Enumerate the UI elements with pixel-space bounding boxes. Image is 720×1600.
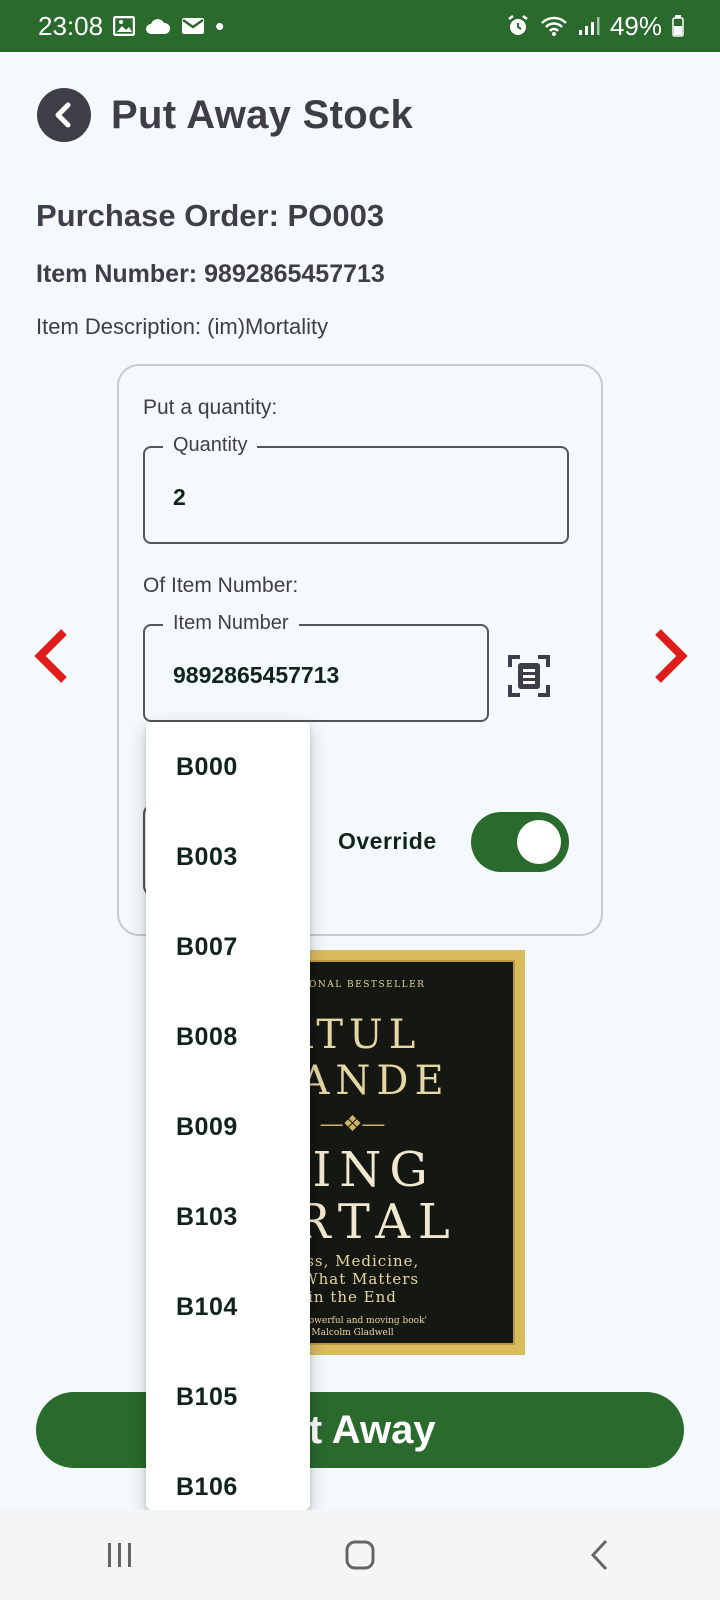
battery-icon bbox=[672, 15, 684, 37]
signal-icon bbox=[578, 16, 600, 36]
page-title: Put Away Stock bbox=[111, 92, 414, 137]
home-icon bbox=[345, 1540, 375, 1570]
image-icon bbox=[113, 16, 136, 36]
status-bar-left: 23:08 • bbox=[38, 11, 224, 42]
system-nav-bar bbox=[0, 1510, 720, 1600]
next-item-button[interactable] bbox=[652, 628, 688, 684]
dropdown-option[interactable]: B106 bbox=[146, 1442, 310, 1510]
item-number-field-value: 9892865457713 bbox=[173, 662, 340, 688]
quantity-field-value: 2 bbox=[173, 484, 186, 510]
override-toggle-knob bbox=[517, 820, 561, 864]
purchase-order-label: Purchase Order: PO003 bbox=[36, 198, 385, 233]
cloud-icon bbox=[145, 17, 171, 35]
dropdown-option[interactable]: B104 bbox=[146, 1262, 310, 1352]
barcode-scan-icon bbox=[508, 655, 550, 697]
chevron-left-icon bbox=[34, 629, 67, 683]
dropdown-option[interactable]: B008 bbox=[146, 992, 310, 1082]
alarm-icon bbox=[506, 14, 530, 38]
system-back-icon bbox=[590, 1539, 608, 1571]
status-bar: 23:08 • 49% bbox=[0, 0, 720, 52]
dropdown-option[interactable]: B000 bbox=[146, 722, 310, 812]
status-bar-right: 49% bbox=[506, 11, 684, 42]
notification-dot: • bbox=[215, 11, 225, 41]
home-button[interactable] bbox=[320, 1525, 400, 1585]
item-number-field[interactable]: Item Number 9892865457713 bbox=[143, 612, 489, 722]
page-header: Put Away Stock bbox=[37, 88, 413, 142]
back-arrow-icon bbox=[55, 102, 71, 128]
item-description-label: Item Description: (im)Mortality bbox=[36, 314, 329, 339]
dropdown-option[interactable]: B105 bbox=[146, 1352, 310, 1442]
override-label: Override bbox=[338, 828, 437, 854]
battery-percent: 49% bbox=[609, 10, 662, 41]
chevron-right-icon bbox=[655, 629, 688, 683]
dropdown-option[interactable]: B007 bbox=[146, 902, 310, 992]
quantity-field-legend: Quantity bbox=[163, 434, 258, 457]
put-away-button[interactable]: ut Away bbox=[36, 1392, 684, 1468]
mail-icon bbox=[181, 17, 205, 35]
back-button[interactable] bbox=[37, 88, 91, 142]
recents-icon bbox=[108, 1543, 131, 1567]
dropdown-option[interactable]: B103 bbox=[146, 1172, 310, 1262]
bin-dropdown-menu: B000 B003 B007 B008 B009 B103 B104 B105 … bbox=[146, 722, 310, 1510]
item-number-field-legend: Item Number bbox=[163, 612, 299, 635]
previous-item-button[interactable] bbox=[34, 628, 70, 684]
item-number-label: Item Number: 9892865457713 bbox=[36, 260, 385, 288]
override-toggle[interactable] bbox=[471, 812, 569, 872]
recents-button[interactable] bbox=[80, 1525, 160, 1585]
dropdown-option[interactable]: B003 bbox=[146, 812, 310, 902]
clock: 23:08 bbox=[38, 10, 104, 41]
quantity-prompt: Put a quantity: bbox=[143, 396, 278, 419]
dropdown-option[interactable]: B009 bbox=[146, 1082, 310, 1172]
scan-button[interactable] bbox=[507, 654, 551, 698]
quantity-field[interactable]: Quantity 2 bbox=[143, 434, 569, 544]
item-number-prompt: Of Item Number: bbox=[143, 574, 299, 597]
wifi-icon bbox=[540, 15, 568, 37]
system-back-button[interactable] bbox=[560, 1525, 640, 1585]
